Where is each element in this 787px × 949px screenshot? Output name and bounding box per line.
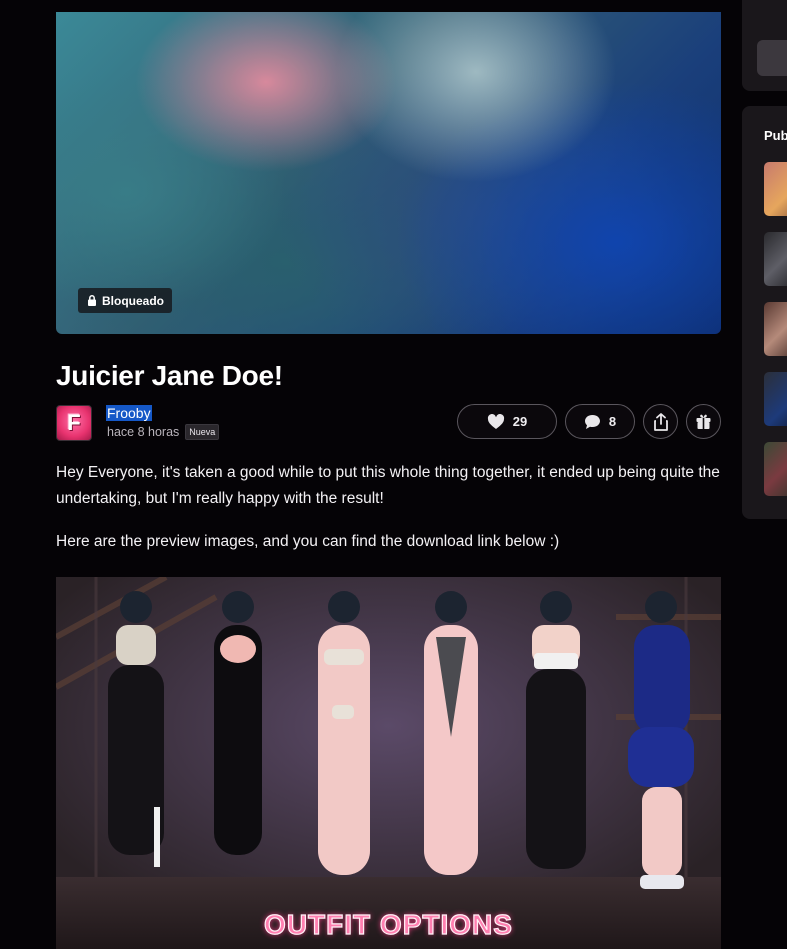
- sidebar-heading: Pub: [764, 128, 787, 143]
- locked-label: Bloqueado: [102, 293, 164, 308]
- sidebar-thumbnail[interactable]: [764, 162, 787, 216]
- post-actions: 29 8: [457, 404, 721, 439]
- comment-count: 8: [608, 414, 617, 429]
- figure-5: [526, 591, 586, 869]
- comment-button[interactable]: 8: [565, 404, 635, 439]
- share-icon: [653, 412, 668, 431]
- figure-3: [318, 591, 370, 875]
- sidebar-card-publications: Pub: [742, 106, 787, 519]
- sidebar-thumbnail[interactable]: [764, 232, 787, 286]
- post-meta: hace 8 horas Nueva: [107, 424, 220, 440]
- locked-post-preview[interactable]: Bloqueado: [56, 12, 721, 334]
- post-title: Juicier Jane Doe!: [56, 360, 283, 391]
- sidebar-thumbnail[interactable]: [764, 442, 787, 496]
- preview-image[interactable]: OUTFIT OPTIONS: [56, 577, 721, 949]
- comment-icon: [584, 414, 600, 429]
- post-paragraph: Hey Everyone, it's taken a good while to…: [56, 464, 720, 507]
- heart-icon: [487, 413, 504, 429]
- like-count: 29: [512, 414, 528, 429]
- preview-illustration: [56, 577, 721, 949]
- like-button[interactable]: 29: [457, 404, 557, 439]
- share-button[interactable]: [643, 404, 678, 439]
- figure-4: [424, 591, 478, 875]
- avatar-letter: F: [67, 410, 81, 435]
- sidebar-card-top: [742, 0, 787, 91]
- sidebar-thumbnail[interactable]: [764, 372, 787, 426]
- gift-icon: [696, 414, 711, 429]
- avatar[interactable]: F: [56, 405, 92, 441]
- sidebar-button[interactable]: [757, 40, 787, 76]
- new-badge: Nueva: [185, 424, 220, 440]
- lock-icon: [88, 295, 96, 306]
- author-name[interactable]: Frooby: [106, 405, 152, 421]
- sidebar-thumbnail[interactable]: [764, 302, 787, 356]
- post-paragraph: Here are the preview images, and you can…: [56, 533, 560, 550]
- preview-caption: OUTFIT OPTIONS: [263, 908, 513, 940]
- gift-button[interactable]: [686, 404, 721, 439]
- post-time: hace 8 horas: [107, 425, 180, 439]
- locked-badge: Bloqueado: [78, 288, 172, 313]
